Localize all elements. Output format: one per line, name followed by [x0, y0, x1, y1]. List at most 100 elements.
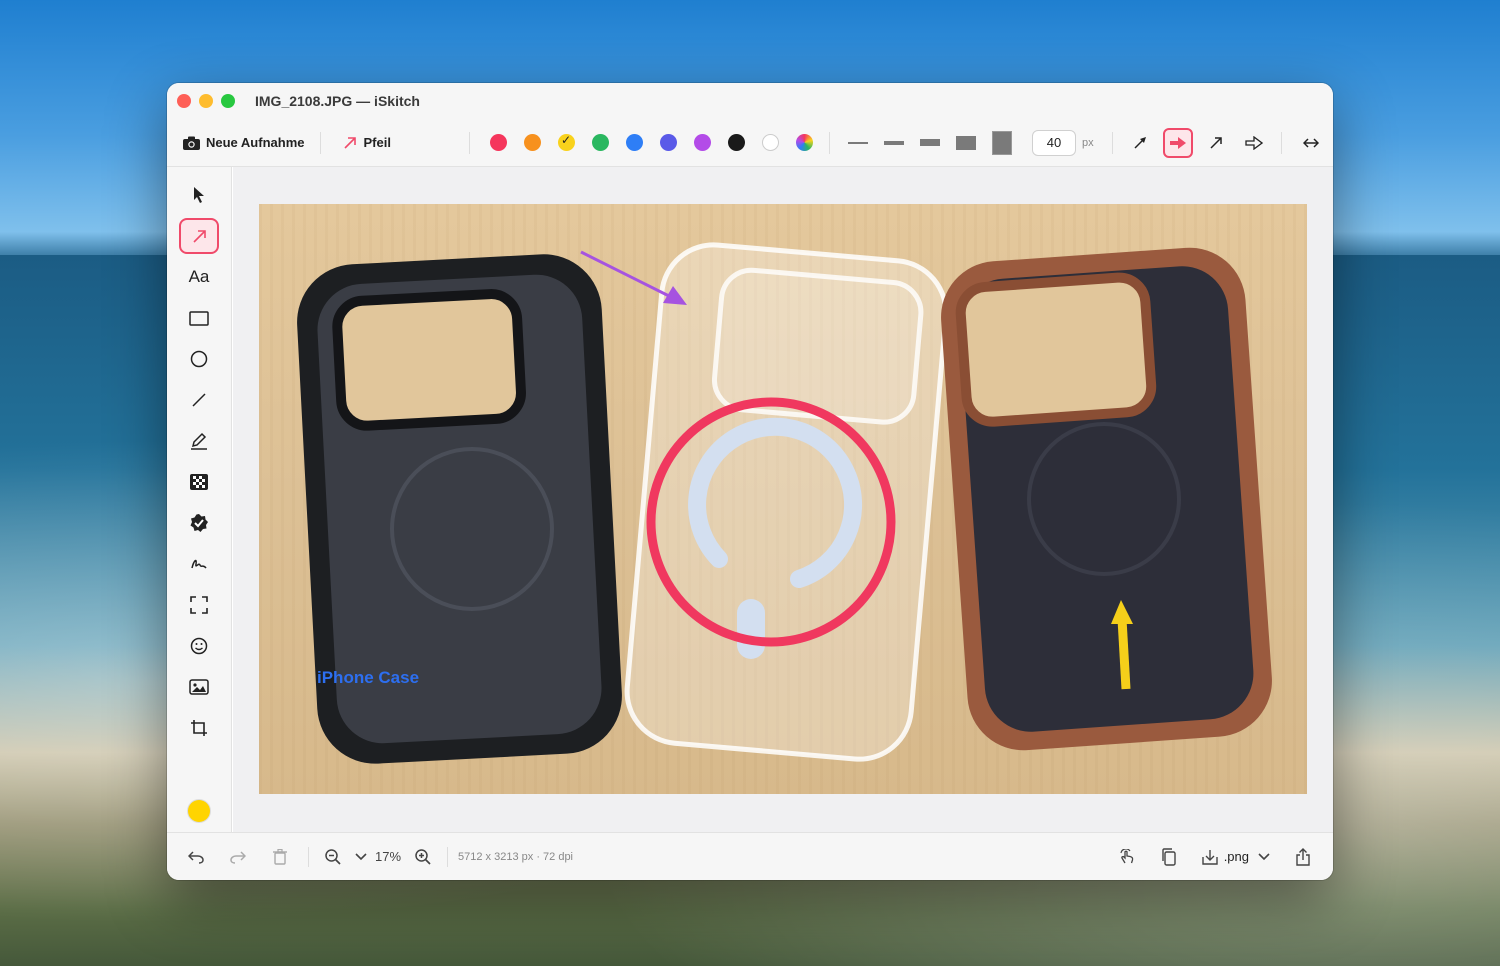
canvas-area[interactable]: iPhone Case — [233, 167, 1333, 832]
zoom-level: 17% — [375, 849, 402, 864]
rectangle-icon — [189, 310, 209, 326]
outline-arrow-style-button[interactable] — [1239, 128, 1269, 158]
color-swatch-yellow[interactable] — [557, 133, 575, 151]
color-swatch-orange[interactable] — [523, 134, 541, 151]
trash-icon — [273, 848, 287, 865]
chevron-down-icon — [355, 852, 367, 860]
copy-button[interactable] — [1155, 847, 1183, 866]
double-arrow-icon — [1302, 137, 1319, 148]
smiley-icon — [190, 637, 208, 655]
share-button[interactable] — [1289, 847, 1317, 866]
checkerboard-icon — [190, 474, 208, 490]
toolbar-divider — [468, 131, 470, 154]
app-window: IMG_2108.JPG — iSkitch Neue Aufnahme Pfe… — [167, 83, 1333, 880]
title-bar: IMG_2108.JPG — iSkitch — [167, 83, 1333, 119]
crop-tool[interactable] — [179, 710, 219, 746]
brown-phone-case — [941, 247, 1272, 751]
arrow-tool-icon — [344, 136, 357, 149]
annotation-text[interactable]: iPhone Case — [317, 668, 419, 687]
color-swatch-indigo[interactable] — [659, 134, 677, 151]
double-arrow-button[interactable] — [1296, 128, 1326, 158]
line-tool[interactable] — [179, 382, 219, 418]
stroke-width-3[interactable] — [919, 139, 940, 146]
zoom-in-button[interactable] — [409, 848, 437, 865]
minimize-window-button[interactable] — [199, 94, 213, 108]
status-divider — [308, 846, 309, 867]
image-info: 5712 x 3213 px · 72 dpi — [458, 850, 574, 863]
rectangle-tool[interactable] — [179, 300, 219, 336]
photo-content: iPhone Case — [297, 242, 1272, 764]
line-icon — [192, 393, 206, 407]
format-dropdown-button[interactable] — [1253, 852, 1275, 861]
redo-button[interactable] — [224, 850, 252, 864]
signature-tool[interactable] — [179, 546, 219, 582]
undo-button[interactable] — [182, 850, 210, 864]
chevron-down-icon — [1258, 852, 1270, 860]
new-capture-button[interactable]: Neue Aufnahme — [183, 135, 304, 150]
stroke-width-4[interactable] — [955, 135, 976, 150]
stroke-width-1[interactable] — [847, 141, 868, 144]
delete-button[interactable] — [266, 848, 294, 865]
save-download-icon — [1201, 849, 1218, 865]
photo-canvas[interactable]: iPhone Case — [259, 204, 1307, 794]
redo-icon — [230, 850, 246, 864]
image-icon — [189, 679, 209, 695]
text-tool[interactable]: Aa — [179, 259, 219, 295]
emoji-tool[interactable] — [179, 628, 219, 664]
color-picker-rainbow[interactable] — [795, 134, 813, 151]
color-swatch-red[interactable] — [489, 134, 507, 151]
stroke-width-options — [847, 130, 1012, 155]
image-tool[interactable] — [179, 669, 219, 705]
color-palette — [489, 133, 813, 151]
copy-icon — [1161, 847, 1176, 866]
toolbar-divider — [320, 131, 322, 154]
zoom-in-icon — [415, 848, 431, 865]
clear-phone-case — [624, 242, 949, 762]
select-tool[interactable] — [179, 177, 219, 213]
stroke-size-input[interactable]: 40 — [1031, 129, 1076, 156]
cursor-icon — [194, 187, 204, 203]
filled-arrow-style-button[interactable] — [1162, 127, 1193, 158]
stroke-width-2[interactable] — [883, 140, 904, 145]
close-window-button[interactable] — [177, 94, 191, 108]
arrow-icon — [192, 229, 206, 243]
stroke-unit-label: px — [1081, 136, 1094, 149]
pixelate-tool[interactable] — [179, 464, 219, 500]
thin-arrow-style-button[interactable] — [1125, 128, 1155, 158]
top-toolbar: Neue Aufnahme Pfeil 40 — [167, 119, 1333, 167]
frame-corners-icon — [190, 596, 208, 614]
arrow-style-options — [1125, 127, 1269, 158]
arrow-tool[interactable] — [179, 218, 219, 254]
zoom-dropdown-button[interactable] — [351, 852, 371, 861]
pencil-icon — [191, 432, 207, 450]
window-controls — [177, 94, 235, 108]
bottom-status-bar: 17% 5712 x 3213 px · 72 dpi .png — [167, 832, 1333, 880]
line-arrow-style-button[interactable] — [1201, 128, 1231, 158]
current-tool-indicator[interactable]: Pfeil — [343, 135, 391, 150]
save-button[interactable] — [1196, 849, 1224, 865]
zoom-window-button[interactable] — [221, 94, 235, 108]
touch-mode-button[interactable] — [1113, 848, 1141, 865]
stamp-tool[interactable] — [179, 505, 219, 541]
tools-sidebar: Aa — [167, 167, 232, 832]
zoom-out-button[interactable] — [319, 848, 347, 865]
thin-arrow-icon — [1134, 136, 1146, 149]
color-swatch-purple[interactable] — [693, 134, 711, 151]
share-icon — [1296, 847, 1310, 866]
color-swatch-black[interactable] — [727, 134, 745, 151]
stroke-width-5[interactable] — [991, 130, 1012, 155]
color-swatch-blue[interactable] — [625, 134, 643, 151]
zoom-out-icon — [325, 848, 341, 865]
color-swatch-white[interactable] — [761, 134, 779, 151]
toolbar-divider — [1111, 131, 1113, 154]
selection-frame-tool[interactable] — [179, 587, 219, 623]
crop-icon — [191, 720, 207, 736]
status-divider — [1189, 847, 1190, 867]
ellipse-tool[interactable] — [179, 341, 219, 377]
new-capture-label: Neue Aufnahme — [206, 135, 305, 150]
current-color-indicator[interactable] — [188, 800, 210, 822]
color-swatch-green[interactable] — [591, 134, 609, 151]
toolbar-divider — [1280, 131, 1282, 154]
format-label[interactable]: .png — [1224, 849, 1249, 864]
pen-tool[interactable] — [179, 423, 219, 459]
